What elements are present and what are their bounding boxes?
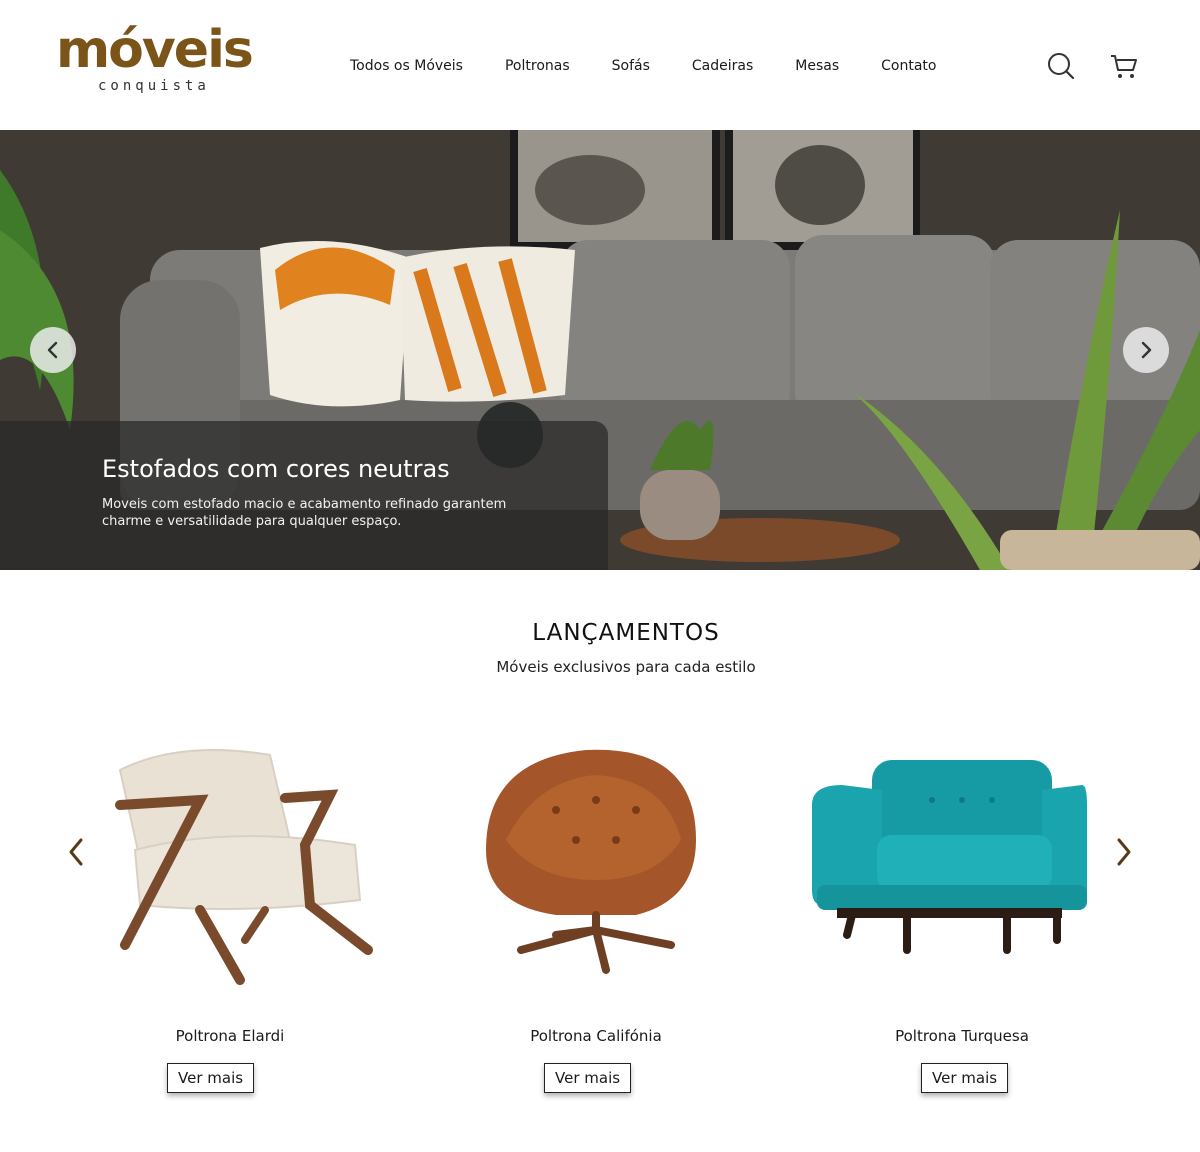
brand-logo[interactable]: móveis conquista	[56, 20, 256, 100]
nav-item-mesas[interactable]: Mesas	[795, 58, 839, 74]
chevron-left-icon	[47, 341, 58, 359]
cart-icon[interactable]	[1108, 50, 1140, 82]
product-card: Poltrona Turquesa Ver mais	[812, 730, 1112, 1110]
main-nav: Todos os Móveis Poltronas Sofás Cadeiras…	[350, 58, 978, 74]
hero-text: Moveis com estofado macio e acabamento r…	[102, 497, 507, 529]
product-name: Poltrona Turquesa	[895, 1027, 1029, 1045]
search-icon[interactable]	[1045, 50, 1077, 82]
brand-tagline: conquista	[98, 78, 210, 94]
carousel-next-button[interactable]	[1112, 832, 1136, 872]
section-subtitle: Móveis exclusivos para cada estilo	[496, 658, 756, 676]
hero-caption: Estofados com cores neutras Moveis com e…	[0, 421, 608, 570]
hero-prev-button[interactable]	[30, 327, 76, 373]
chevron-right-icon	[1141, 341, 1152, 359]
ver-mais-button[interactable]: Ver mais	[544, 1063, 632, 1093]
nav-item-poltronas[interactable]: Poltronas	[505, 58, 570, 74]
product-card: Poltrona Califónia Ver mais	[446, 730, 746, 1110]
product-card: Poltrona Elardi Ver mais	[80, 730, 380, 1110]
nav-item-contato[interactable]: Contato	[881, 58, 936, 74]
ver-mais-button[interactable]: Ver mais	[921, 1063, 1009, 1093]
nav-item-sofas[interactable]: Sofás	[612, 58, 650, 74]
chevron-right-icon	[1117, 838, 1131, 866]
site-header: móveis conquista Todos os Móveis Poltron…	[0, 0, 1200, 130]
product-image[interactable]	[812, 730, 1112, 1000]
product-image[interactable]	[80, 730, 380, 1000]
hero-next-button[interactable]	[1123, 327, 1169, 373]
brand-name: móveis	[56, 20, 254, 80]
product-name: Poltrona Elardi	[175, 1027, 285, 1045]
product-name: Poltrona Califónia	[530, 1027, 662, 1045]
ver-mais-button[interactable]: Ver mais	[167, 1063, 255, 1093]
hero-title: Estofados com cores neutras	[102, 455, 450, 483]
nav-item-cadeiras[interactable]: Cadeiras	[692, 58, 753, 74]
product-image[interactable]	[446, 730, 746, 1000]
section-title: LANÇAMENTOS	[532, 620, 720, 646]
nav-item-todos[interactable]: Todos os Móveis	[350, 58, 463, 74]
hero-banner: Estofados com cores neutras Moveis com e…	[0, 130, 1200, 570]
